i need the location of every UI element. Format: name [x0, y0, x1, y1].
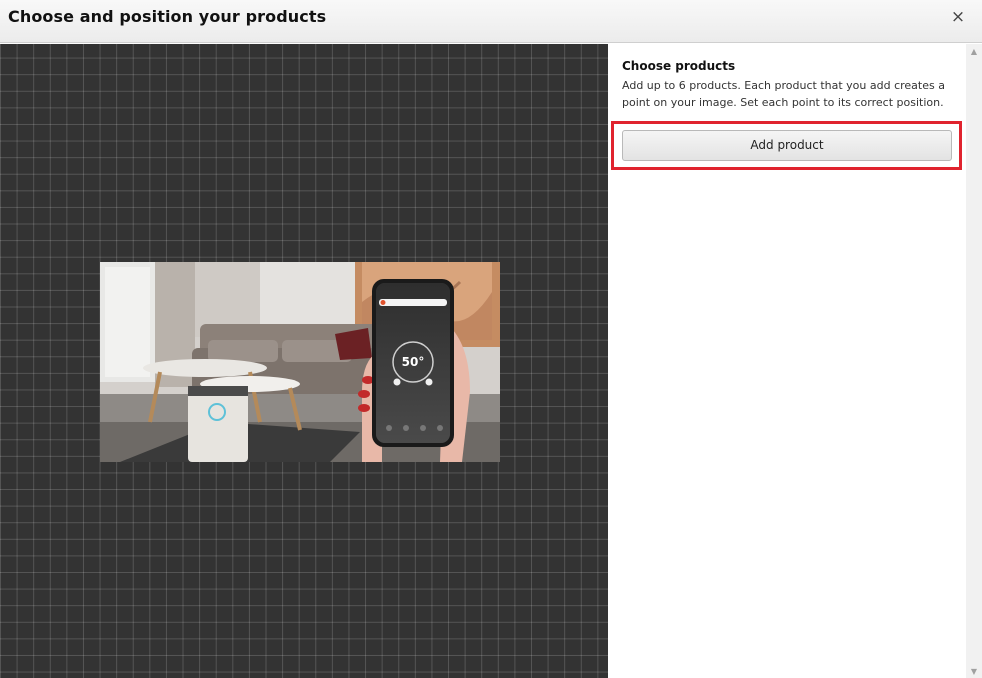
image-canvas[interactable]: 50°: [0, 44, 608, 678]
add-product-button[interactable]: Add product: [622, 130, 952, 161]
choose-products-panel: Choose products Add up to 6 products. Ea…: [608, 44, 966, 678]
scroll-down-icon[interactable]: ▼: [970, 668, 978, 676]
living-room-photo: 50°: [100, 262, 500, 462]
choose-products-description: Add up to 6 products. Each product that …: [622, 79, 945, 109]
dialog-title: Choose and position your products: [8, 7, 327, 26]
choose-products-heading: Choose products: [622, 59, 736, 73]
product-image[interactable]: 50°: [100, 262, 500, 462]
dialog-header: Choose and position your products ×: [0, 0, 982, 43]
scroll-up-icon[interactable]: ▲: [970, 48, 978, 56]
phone-temperature: 50°: [402, 355, 425, 369]
close-icon[interactable]: ×: [948, 6, 968, 28]
panel-scrollbar[interactable]: ▲ ▼: [966, 44, 982, 678]
